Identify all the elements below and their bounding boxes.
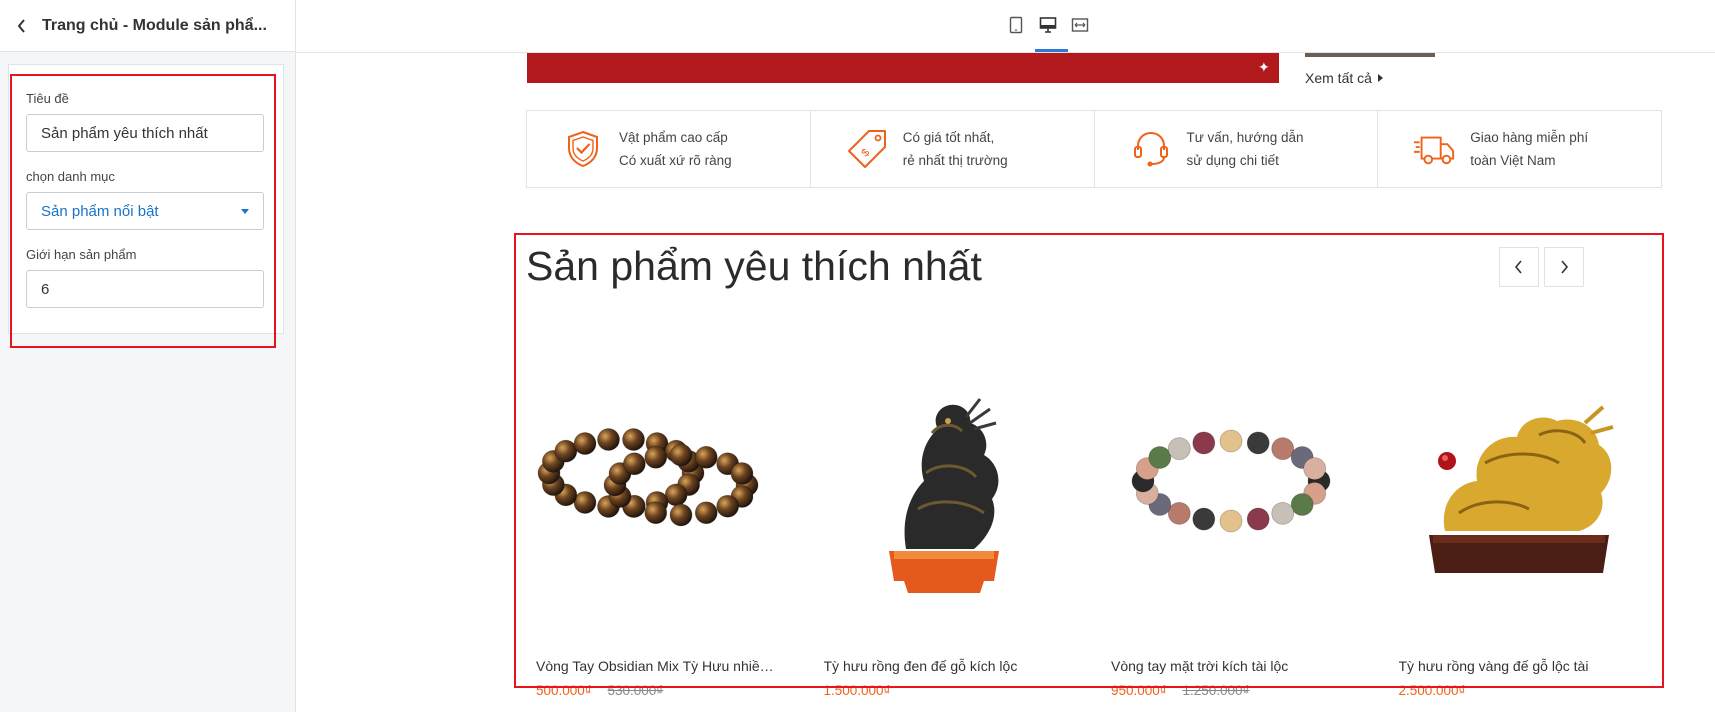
- settings-sidebar: Trang chủ - Module sản phẩ... Tiêu đề Sả…: [0, 0, 296, 712]
- sidebar-title: Trang chủ - Module sản phẩ...: [42, 16, 267, 34]
- price-tag-icon: $: [845, 127, 889, 171]
- active-device-indicator: [1035, 49, 1068, 52]
- feature-line-1: Có giá tốt nhất,: [902, 130, 995, 145]
- shield-check-icon: [561, 127, 605, 171]
- sparkle-icon: ✦: [1258, 59, 1270, 75]
- chevron-left-icon: [17, 18, 25, 33]
- feature-line-2: toàn Việt Nam: [1470, 153, 1556, 168]
- headset-icon: [1129, 127, 1173, 171]
- feature-line-2: Có xuất xứ rõ ràng: [619, 153, 732, 168]
- feature-item: $ Có giá tốt nhất, rẻ nhất thị trường: [811, 111, 1095, 187]
- desktop-view-button[interactable]: [1037, 14, 1059, 36]
- feature-line-2: rẻ nhất thị trường: [902, 153, 1008, 168]
- see-all-label: Xem tất cả: [1305, 70, 1372, 86]
- feature-item: Giao hàng miễn phí toàn Việt Nam: [1378, 111, 1661, 187]
- feature-item: Vật phẩm cao cấp Có xuất xứ rõ ràng: [527, 111, 811, 187]
- feature-line-1: Tư vấn, hướng dẫn: [1186, 130, 1304, 145]
- feature-line-2: sử dụng chi tiết: [1186, 153, 1279, 168]
- sidebar-header: Trang chủ - Module sản phẩ...: [0, 0, 295, 52]
- highlight-box-settings: [10, 74, 276, 348]
- highlight-box-section: [514, 233, 1664, 688]
- svg-text:$: $: [859, 147, 872, 160]
- desktop-icon: [1039, 17, 1057, 33]
- delivery-truck-icon: [1412, 127, 1456, 171]
- feature-item: Tư vấn, hướng dẫn sử dụng chi tiết: [1095, 111, 1379, 187]
- tablet-icon: [1009, 16, 1023, 34]
- see-all-link[interactable]: Xem tất cả: [1305, 70, 1383, 86]
- features-bar: Vật phẩm cao cấp Có xuất xứ rõ ràng $ Có…: [526, 110, 1662, 188]
- fullwidth-icon: [1071, 18, 1089, 32]
- feature-line-1: Vật phẩm cao cấp: [619, 130, 728, 145]
- caret-right-icon: [1377, 74, 1383, 82]
- preview-canvas: ✦ Xem tất cả Vật phẩm cao cấp Có xuất xứ…: [296, 53, 1715, 712]
- device-toolbar: [296, 0, 1715, 53]
- promo-banner[interactable]: [527, 53, 1279, 83]
- tablet-view-button[interactable]: [1005, 14, 1027, 36]
- fullwidth-view-button[interactable]: [1069, 14, 1091, 36]
- news-thumbnail[interactable]: [1305, 53, 1435, 57]
- feature-line-1: Giao hàng miễn phí: [1470, 130, 1589, 145]
- back-button[interactable]: [10, 14, 34, 38]
